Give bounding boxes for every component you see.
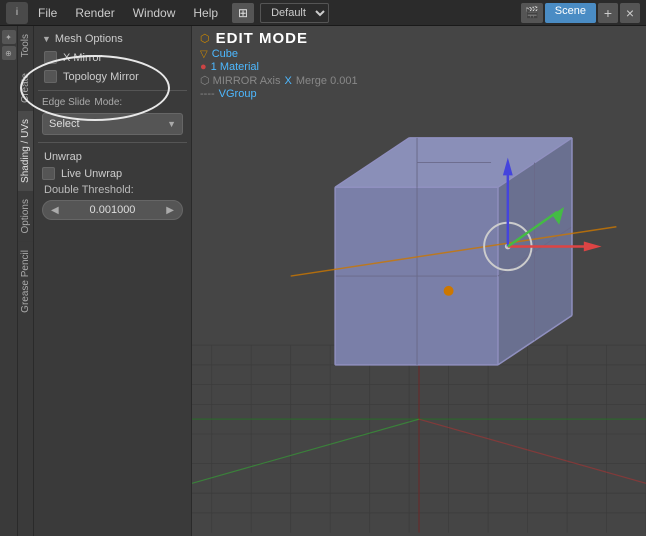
x-mirror-row: X Mirror [38, 48, 187, 67]
edge-slide-label: Edge Slide [42, 97, 90, 108]
mirror-axis-x: X [285, 75, 292, 87]
cube-row: ▽ Cube [200, 48, 358, 60]
scene-icon[interactable]: 🎬 [521, 3, 543, 23]
toolbar-icon-1[interactable]: ✦ [2, 30, 16, 44]
select-label: Select [49, 118, 80, 130]
menu-render[interactable]: Render [67, 4, 122, 22]
material-dot-icon: ● [200, 61, 207, 73]
edit-mode-header: ⬡ EDIT MODE ▽ Cube ● 1 Material ⬡ MIRROR… [200, 30, 358, 100]
menu-file[interactable]: File [30, 4, 65, 22]
mirror-row: ⬡ MIRROR Axis X Merge 0.001 [200, 74, 358, 87]
topology-mirror-label: Topology Mirror [63, 71, 139, 83]
tab-tools[interactable]: Tools [18, 26, 33, 65]
vgroup-dash: ---- [200, 88, 215, 100]
chevron-down-icon: ▼ [167, 119, 176, 129]
edge-slide-row: Edge Slide Mode: [38, 95, 187, 110]
unwrap-label: Unwrap [42, 149, 84, 165]
live-unwrap-checkbox[interactable] [42, 167, 55, 180]
main-layout: ✦ ⊕ Tools Create Shading / UVs Options G… [0, 26, 646, 536]
mirror-merge: Merge 0.001 [296, 75, 358, 87]
viewport-canvas [192, 26, 646, 536]
select-dropdown[interactable]: Select ▼ [42, 113, 183, 135]
topology-mirror-row: Topology Mirror [38, 67, 187, 86]
vgroup-label: VGroup [219, 88, 257, 100]
scene-add-button[interactable]: + [598, 3, 618, 23]
live-unwrap-label: Live Unwrap [61, 168, 122, 180]
tab-shading-uvs[interactable]: Shading / UVs [18, 111, 33, 191]
select-dropdown-container: Select ▼ [42, 113, 183, 135]
material-label: 1 Material [211, 61, 259, 73]
increment-icon: ▶ [166, 205, 174, 216]
threshold-label: Double Threshold: [38, 182, 187, 198]
decrement-icon: ◀ [51, 205, 59, 216]
divider-2 [38, 142, 187, 143]
menu-bar: i File Render Window Help ⊞ Default 🎬 Sc… [0, 0, 646, 26]
vgroup-row: ---- VGroup [200, 88, 358, 100]
divider-1 [38, 90, 187, 91]
left-toolbar: ✦ ⊕ [0, 26, 18, 536]
toolbar-icon-2[interactable]: ⊕ [2, 46, 16, 60]
tab-create[interactable]: Create [18, 65, 33, 111]
unwrap-section: Unwrap [38, 147, 187, 165]
live-unwrap-row: Live Unwrap [38, 165, 187, 182]
menu-help[interactable]: Help [185, 4, 226, 22]
left-vertical-tabs: Tools Create Shading / UVs Options Greas… [18, 26, 34, 536]
x-mirror-checkbox[interactable] [44, 51, 57, 64]
scene-close-button[interactable]: × [620, 3, 640, 23]
edit-mode-title: EDIT MODE [216, 30, 308, 47]
topology-mirror-checkbox[interactable] [44, 70, 57, 83]
threshold-value-field[interactable]: ◀ 0.001000 ▶ [42, 200, 183, 220]
grid-icon[interactable]: ⊞ [232, 3, 254, 23]
menu-window[interactable]: Window [125, 4, 184, 22]
app-icon[interactable]: i [6, 2, 28, 24]
panel-title: Mesh Options [55, 33, 123, 45]
scene-button[interactable]: Scene [545, 3, 596, 23]
mirror-label: ⬡ MIRROR Axis [200, 74, 281, 87]
cube-icon: ▽ [200, 49, 208, 60]
tab-options[interactable]: Options [18, 191, 33, 241]
x-mirror-label: X Mirror [63, 52, 102, 64]
side-panel: ▼ Mesh Options X Mirror Topology Mirror … [34, 26, 192, 536]
mode-icon: ⬡ [200, 32, 210, 45]
mode-title-row: ⬡ EDIT MODE [200, 30, 358, 47]
edge-slide-value: Mode: [94, 97, 122, 108]
threshold-value: 0.001000 [90, 204, 136, 216]
panel-arrow: ▼ [42, 34, 51, 44]
tab-grease-pencil[interactable]: Grease Pencil [18, 242, 33, 321]
cube-label: Cube [212, 48, 238, 60]
material-row: ● 1 Material [200, 61, 358, 73]
workspace-selector[interactable]: Default [260, 3, 329, 23]
panel-header: ▼ Mesh Options [38, 30, 187, 48]
viewport[interactable]: ⬡ EDIT MODE ▽ Cube ● 1 Material ⬡ MIRROR… [192, 26, 646, 536]
